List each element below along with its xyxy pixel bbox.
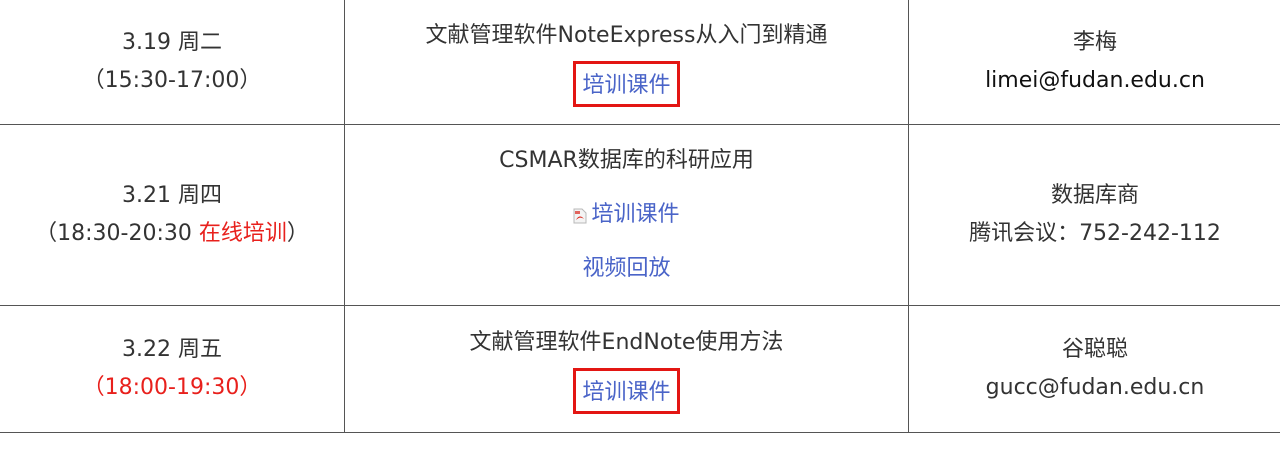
contact-name: 谷聪聪 (1061, 337, 1128, 362)
training-schedule-table: 3.19 周二 （15:30-17:00） 文献管理软件NoteExpress从… (0, 0, 1280, 433)
pdf-file-icon (573, 208, 587, 224)
session-title: CSMAR数据库的科研应用 (499, 148, 754, 173)
session-time: （18:00-19:30） (82, 375, 262, 400)
courseware-link[interactable]: 培训课件 (573, 61, 680, 107)
contact-email: limei@fudan.edu.cn (985, 68, 1205, 93)
video-replay-link[interactable]: 视频回放 (345, 250, 908, 288)
contact-email: gucc@fudan.edu.cn (985, 375, 1205, 400)
session-title: 文献管理软件NoteExpress从入门到精通 (425, 23, 828, 48)
online-training-label: 在线培训 (198, 221, 287, 246)
time-range: （18:30-20:30 (35, 221, 199, 246)
topic-cell: 文献管理软件NoteExpress从入门到精通 培训课件 (344, 0, 909, 125)
contact-cell: 谷聪聪 gucc@fudan.edu.cn (908, 305, 1280, 433)
session-time: （15:30-17:00） (82, 68, 262, 93)
date-cell: 3.22 周五 （18:00-19:30） (0, 305, 345, 433)
contact-name: 数据库商 (1050, 183, 1139, 208)
session-date: 3.19 周二 (122, 30, 222, 55)
time-close: ） (286, 221, 309, 246)
date-cell: 3.21 周四 （18:30-20:30 在线培训） (0, 124, 345, 306)
topic-cell: 文献管理软件EndNote使用方法 培训课件 (344, 305, 909, 433)
contact-cell: 李梅 limei@fudan.edu.cn (908, 0, 1280, 125)
session-date: 3.22 周五 (122, 337, 222, 362)
session-time: （18:30-20:30 在线培训） (0, 215, 344, 253)
table-row: 3.22 周五 （18:00-19:30） 文献管理软件EndNote使用方法 … (0, 305, 1280, 433)
table-row: 3.19 周二 （15:30-17:00） 文献管理软件NoteExpress从… (0, 0, 1280, 125)
topic-cell: CSMAR数据库的科研应用 培训课件 视频回放 (344, 124, 909, 306)
table-row: 3.21 周四 （18:30-20:30 在线培训） CSMAR数据库的科研应用… (0, 124, 1280, 306)
courseware-link[interactable]: 培训课件 (573, 368, 680, 414)
contact-meeting: 腾讯会议：752-242-112 (969, 221, 1221, 246)
courseware-row: 培训课件 (345, 196, 908, 234)
courseware-link[interactable]: 培训课件 (591, 202, 679, 227)
date-cell: 3.19 周二 （15:30-17:00） (0, 0, 345, 125)
contact-name: 李梅 (1072, 30, 1117, 55)
session-date: 3.21 周四 (122, 183, 222, 208)
contact-cell: 数据库商 腾讯会议：752-242-112 (908, 124, 1280, 306)
session-title: 文献管理软件EndNote使用方法 (469, 330, 784, 355)
